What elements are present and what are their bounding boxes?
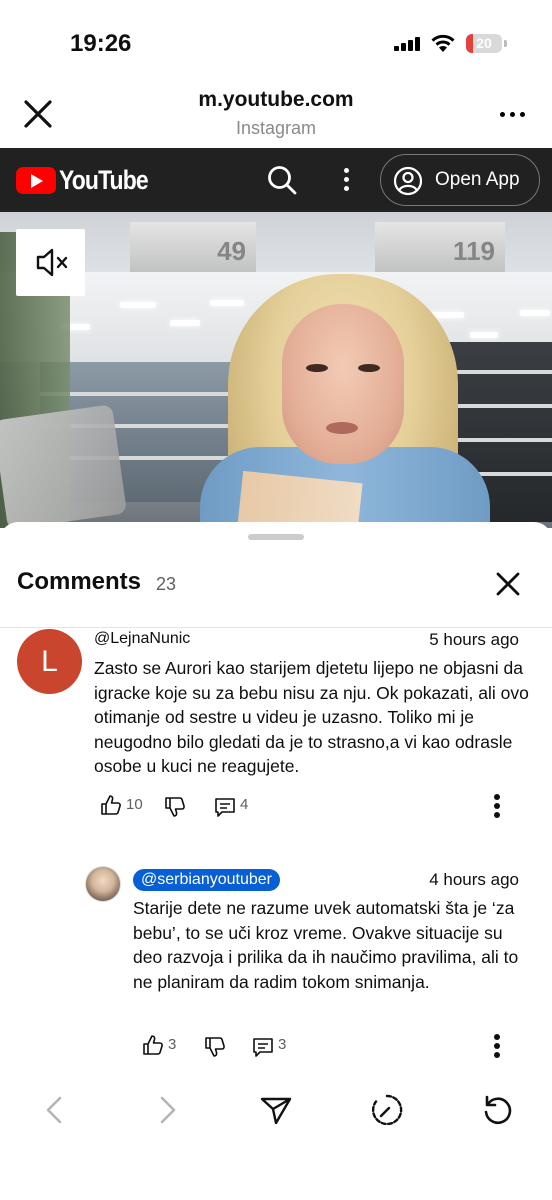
comment-time: 4 hours ago [429, 870, 519, 889]
comment-text: Starije dete ne razume uvek automatski š… [133, 898, 519, 992]
video-price-tag-left: 49 [130, 222, 256, 272]
youtube-top-bar: YouTube Open App [0, 148, 552, 212]
battery-indicator: 20 [466, 34, 502, 53]
back-icon[interactable] [38, 1092, 74, 1128]
creator-author-badge[interactable]: @serbianyoutuber [133, 869, 280, 891]
reload-icon[interactable] [479, 1092, 515, 1128]
comment-author[interactable]: @LejnaNunic [94, 630, 190, 648]
like-icon[interactable] [100, 794, 122, 816]
account-icon [393, 166, 423, 196]
dislike-icon[interactable] [164, 796, 186, 818]
wifi-icon [431, 34, 455, 52]
youtube-logo-icon[interactable] [16, 167, 56, 194]
comment-text: Zasto se Aurori kao starijem djetetu lij… [94, 658, 529, 776]
comment-more-icon[interactable] [493, 794, 501, 820]
mute-button[interactable] [16, 229, 85, 296]
status-time: 19:26 [70, 30, 132, 57]
youtube-menu-icon[interactable] [340, 166, 354, 194]
comments-sheet: Comments 23 L @LejnaNunic 5 hours ago Za… [0, 522, 552, 1082]
comments-title: Comments [17, 568, 142, 595]
video-foreground-item [0, 404, 128, 528]
status-bar: 19:26 20 [0, 0, 552, 80]
battery-nub [504, 40, 507, 47]
youtube-logo-text[interactable]: YouTube [59, 165, 149, 196]
divider [0, 627, 552, 628]
reply-icon[interactable] [252, 1036, 274, 1058]
muted-speaker-icon [36, 248, 68, 277]
like-count: 10 [126, 796, 143, 813]
open-app-button[interactable]: Open App [380, 154, 540, 206]
like-count: 3 [168, 1036, 177, 1053]
open-app-label: Open App [435, 169, 520, 190]
browser-header: m.youtube.com Instagram [0, 80, 552, 148]
reply-icon[interactable] [214, 796, 236, 818]
browser-source: Instagram [235, 118, 317, 138]
battery-level: 20 [476, 35, 492, 51]
dislike-icon[interactable] [204, 1036, 226, 1058]
avatar[interactable] [85, 866, 121, 902]
sheet-grabber[interactable] [248, 534, 304, 540]
video-player[interactable]: 49 119 [0, 212, 552, 528]
cellular-signal-icon [394, 37, 424, 51]
comment-actions: 3 3 [142, 1034, 522, 1064]
avatar[interactable]: L [17, 629, 82, 694]
video-person-face [282, 304, 404, 464]
comment-time: 5 hours ago [429, 630, 519, 649]
like-icon[interactable] [142, 1034, 164, 1056]
timer-icon[interactable] [369, 1092, 405, 1128]
reply-count: 3 [278, 1036, 287, 1053]
comments-count: 23 [156, 574, 177, 594]
comment-actions: 10 4 [100, 794, 520, 824]
forward-icon[interactable] [148, 1092, 184, 1128]
close-comments-icon[interactable] [494, 570, 522, 598]
share-icon[interactable] [258, 1092, 294, 1128]
browser-more-icon[interactable] [500, 110, 526, 120]
browser-toolbar [0, 1082, 552, 1200]
comment-more-icon[interactable] [493, 1034, 501, 1060]
page-url: m.youtube.com [198, 88, 354, 111]
video-price-tag-right: 119 [375, 222, 505, 272]
search-icon[interactable] [266, 164, 298, 196]
reply-count: 4 [240, 796, 249, 813]
